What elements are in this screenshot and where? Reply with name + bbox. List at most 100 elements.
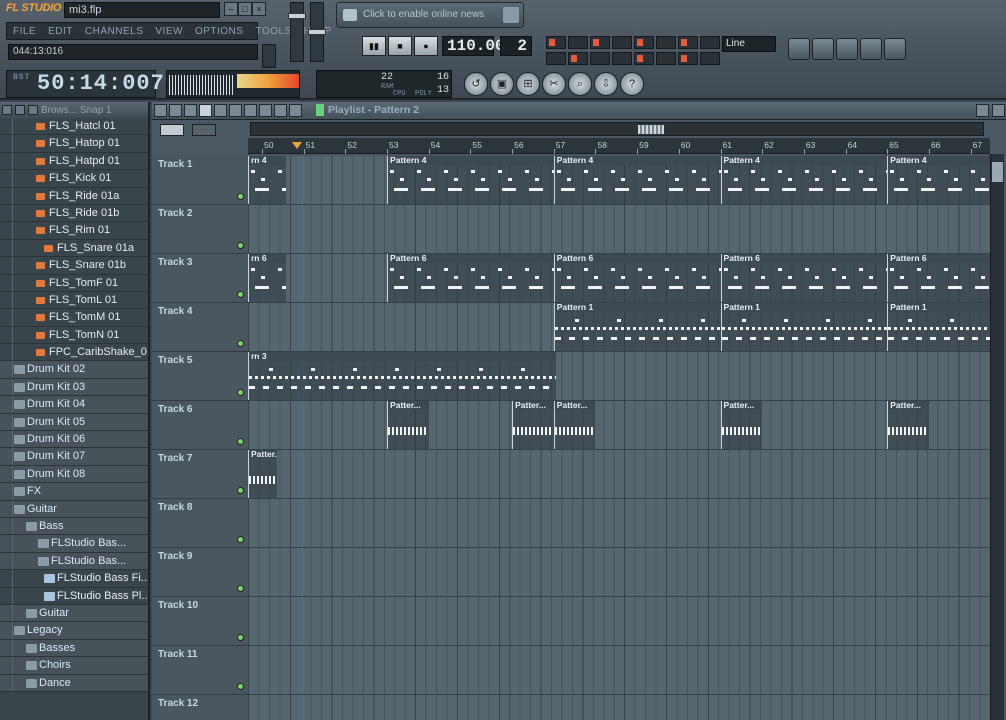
browser-folder[interactable]: Guitar (0, 604, 148, 623)
track-header[interactable]: Track 12 (152, 695, 248, 720)
select-icon[interactable] (274, 104, 287, 117)
pattern-clip[interactable]: Patter... (720, 401, 763, 449)
pattern-clip[interactable]: Pattern 1 (720, 303, 888, 351)
detach-icon[interactable] (976, 104, 989, 117)
track-row[interactable] (248, 646, 990, 695)
browser-item[interactable]: FLS_Hatpd 01 (0, 152, 148, 171)
pattern-clip[interactable]: Patter... (553, 401, 596, 449)
browser-folder[interactable]: Drum Kit 08 (0, 465, 148, 484)
track-row[interactable] (248, 695, 990, 720)
paint-icon[interactable] (199, 104, 212, 117)
pattern-clip[interactable]: Pattern 6 (720, 254, 888, 302)
browser-folder[interactable]: Legacy (0, 622, 148, 640)
track-mute-icon[interactable] (237, 193, 244, 200)
download-icon[interactable] (503, 7, 519, 23)
toggle-button[interactable] (568, 52, 588, 65)
menu-file[interactable]: FILE (7, 26, 42, 37)
browser-item[interactable]: FPC_CaribShake_0... (0, 344, 148, 362)
song-position-display[interactable]: BST 50:14:007 (6, 70, 164, 98)
browser-folder[interactable]: Drum Kit 04 (0, 396, 148, 414)
browser-item[interactable]: FLS_Rim 01 (0, 222, 148, 240)
scroll-icon[interactable] (262, 44, 276, 68)
track-header[interactable]: Track 3 (152, 254, 248, 303)
track-row[interactable] (248, 205, 990, 254)
pattern-clip[interactable]: Patter... (387, 401, 429, 449)
pattern-clip[interactable]: rn 3 (248, 352, 557, 400)
browser-folder[interactable]: FX (0, 483, 148, 501)
track-mute-icon[interactable] (237, 389, 244, 396)
pattern-clip[interactable]: rn 6 (248, 254, 286, 302)
track-mute-icon[interactable] (237, 536, 244, 543)
track-mute-icon[interactable] (237, 487, 244, 494)
track-mute-icon[interactable] (237, 438, 244, 445)
browser-folder[interactable]: Bass (0, 517, 148, 536)
record-button[interactable]: ● (414, 36, 438, 56)
track-mute-icon[interactable] (237, 683, 244, 690)
step-sequencer-icon[interactable] (812, 38, 834, 60)
menu-view[interactable]: VIEW (149, 26, 189, 37)
scroll-thumb[interactable] (992, 162, 1003, 182)
pattern-clip[interactable]: Pattern 6 (887, 254, 990, 302)
browser-folder[interactable]: Guitar (0, 500, 148, 518)
horizontal-scrollbar[interactable] (250, 122, 984, 136)
toggle-button[interactable] (568, 36, 588, 49)
restore-icon[interactable]: □ (238, 2, 252, 16)
toggle-button[interactable] (590, 52, 610, 65)
track-mute-icon[interactable] (237, 340, 244, 347)
browser-item[interactable]: FLS_Snare 01b (0, 257, 148, 275)
track-header[interactable]: Track 11 (152, 646, 248, 695)
pattern-clip[interactable]: Pattern 4 (553, 156, 721, 204)
slice-icon[interactable] (259, 104, 272, 117)
track-mute-icon[interactable] (237, 585, 244, 592)
pattern-clip[interactable]: Pattern 1 (553, 303, 721, 351)
toggle-button[interactable] (612, 36, 632, 49)
track-mute-icon[interactable] (237, 291, 244, 298)
browser-folder[interactable]: FLStudio Bas... (0, 552, 148, 571)
undo-icon[interactable]: ↺ (464, 72, 488, 96)
track-row[interactable] (248, 499, 990, 548)
snap-select[interactable]: Line (722, 36, 776, 52)
delete-icon[interactable] (214, 104, 227, 117)
song-marker-icon[interactable] (292, 142, 302, 149)
menu-edit[interactable]: EDIT (42, 26, 79, 37)
piano-roll-icon[interactable] (836, 38, 858, 60)
magnet-icon[interactable] (169, 104, 182, 117)
toggle-button[interactable] (634, 36, 654, 49)
pattern-clip[interactable]: rn 4 (248, 156, 286, 204)
browser-item[interactable]: FLStudio Bass Fi... (0, 570, 148, 588)
close-icon[interactable]: × (252, 2, 266, 16)
browser-item[interactable]: FLS_Snare 01a (0, 239, 148, 258)
browser-item[interactable]: FLS_Kick 01 (0, 170, 148, 188)
play-pattern-icon[interactable] (160, 124, 184, 136)
browser-collapse-icon[interactable] (28, 105, 38, 115)
track-mute-icon[interactable] (237, 242, 244, 249)
track-header[interactable]: Track 5 (152, 352, 248, 401)
vertical-scrollbar[interactable] (990, 154, 1004, 720)
pattern-clip[interactable]: Pattern 4 (887, 156, 990, 204)
menu-arrow-icon[interactable] (154, 104, 167, 117)
pattern-clip[interactable]: Pattern 1 (887, 303, 990, 351)
toggle-button[interactable] (700, 36, 720, 49)
menu-channels[interactable]: CHANNELS (79, 26, 149, 37)
timeline-ruler[interactable]: 50 51 52 53 54 55 56 57 58 59 60 61 62 63 64 65 66 67 (248, 138, 990, 154)
zoom-icon[interactable]: ⌕ (568, 72, 592, 96)
menu-options[interactable]: OPTIONS (189, 26, 250, 37)
browser-menu-icon[interactable] (2, 105, 12, 115)
track-header[interactable]: Track 8 (152, 499, 248, 548)
browser-folder[interactable]: Drum Kit 05 (0, 413, 148, 432)
record-mode-icon[interactable] (192, 124, 216, 136)
toggle-button[interactable] (656, 36, 676, 49)
mute-icon[interactable] (229, 104, 242, 117)
track-header[interactable]: Track 10 (152, 597, 248, 646)
mixer-icon[interactable] (884, 38, 906, 60)
track-header[interactable]: Track 7 (152, 450, 248, 499)
pattern-clip[interactable]: Pattern 4 (720, 156, 888, 204)
browser-folder[interactable]: Drum Kit 07 (0, 448, 148, 466)
track-row[interactable] (248, 450, 990, 499)
save-icon[interactable]: ▣ (490, 72, 514, 96)
track-row[interactable] (248, 401, 990, 450)
toggle-button[interactable] (612, 52, 632, 65)
track-row[interactable] (248, 548, 990, 597)
track-header[interactable]: Track 4 (152, 303, 248, 352)
toggle-button[interactable] (700, 52, 720, 65)
